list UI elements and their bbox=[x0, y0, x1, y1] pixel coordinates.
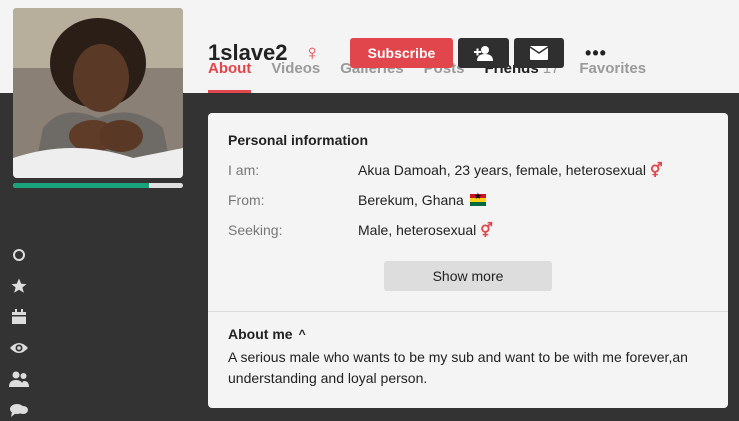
info-label: From: bbox=[228, 192, 265, 208]
add-friend-button[interactable] bbox=[458, 38, 509, 68]
star-icon[interactable] bbox=[9, 276, 29, 296]
users-icon[interactable] bbox=[9, 369, 29, 389]
heterosexual-icon: ⚥ bbox=[649, 162, 663, 178]
info-value: Male, heterosexual ⚥ bbox=[358, 222, 493, 238]
personal-info-card: Personal information I am: Akua Damoah, … bbox=[208, 113, 728, 408]
sidebar-icons bbox=[9, 245, 29, 421]
info-value: Akua Damoah, 23 years, female, heterosex… bbox=[358, 162, 663, 178]
circle-icon[interactable] bbox=[9, 245, 29, 265]
about-me-text: A serious male who wants to be my sub an… bbox=[228, 349, 688, 386]
heterosexual-icon: ⚥ bbox=[480, 222, 493, 238]
more-options-button[interactable]: ••• bbox=[578, 38, 614, 68]
subscribe-button[interactable]: Subscribe bbox=[350, 38, 453, 68]
ghana-flag-icon bbox=[469, 191, 486, 206]
personal-info-title: Personal information bbox=[228, 132, 369, 148]
eye-icon[interactable] bbox=[9, 338, 29, 358]
about-me-toggle[interactable]: About me ^ bbox=[228, 326, 306, 342]
info-value: Berekum, Ghana bbox=[358, 191, 486, 208]
envelope-icon bbox=[530, 46, 548, 60]
calendar-icon[interactable] bbox=[9, 307, 29, 327]
tab-about[interactable]: About bbox=[208, 60, 252, 93]
progress-fill bbox=[13, 183, 149, 188]
chat-icon[interactable] bbox=[9, 400, 29, 420]
avatar[interactable] bbox=[13, 8, 183, 178]
tab-videos[interactable]: Videos bbox=[271, 60, 320, 93]
show-more-button[interactable]: Show more bbox=[384, 261, 552, 291]
add-friend-icon bbox=[473, 46, 493, 61]
info-label: Seeking: bbox=[228, 222, 283, 238]
profile-progress-bar bbox=[13, 183, 183, 188]
message-button[interactable] bbox=[514, 38, 564, 68]
about-me-title: About me bbox=[228, 326, 293, 342]
divider bbox=[208, 311, 728, 312]
info-label: I am: bbox=[228, 162, 260, 178]
chevron-up-icon: ^ bbox=[298, 327, 306, 341]
profile-photo bbox=[13, 8, 183, 178]
